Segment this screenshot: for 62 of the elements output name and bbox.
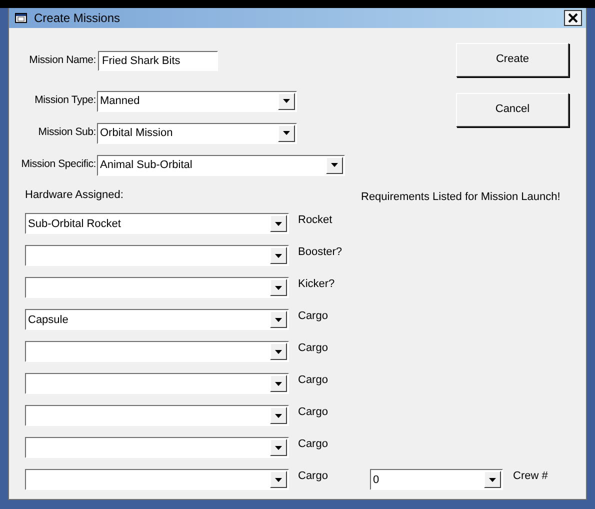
dropdown-field[interactable]: Capsule xyxy=(25,309,289,330)
slot-label: Cargo xyxy=(298,341,328,356)
caret-icon xyxy=(275,286,282,290)
dropdown-field[interactable]: Sub-Orbital Rocket xyxy=(25,213,289,234)
field-label: Mission Type: xyxy=(34,92,97,108)
dropdown-field[interactable]: Animal Sub-Orbital xyxy=(97,154,345,176)
text-field[interactable]: Fried Shark Bits xyxy=(98,50,218,70)
caret-icon xyxy=(275,254,282,258)
dropdown-field[interactable] xyxy=(25,245,289,266)
dropdown-button[interactable] xyxy=(270,407,287,424)
caret-icon xyxy=(275,350,282,354)
slot-label: Cargo xyxy=(298,405,328,420)
slot-label: Cargo xyxy=(298,469,328,484)
dropdown-button[interactable] xyxy=(270,471,287,488)
section-heading: Hardware Assigned: xyxy=(25,188,124,202)
dropdown-button[interactable] xyxy=(270,311,287,328)
dropdown-button[interactable] xyxy=(270,343,287,360)
dropdown-field[interactable] xyxy=(25,437,289,458)
slot-label: Rocket xyxy=(298,213,332,228)
caret-icon xyxy=(275,382,282,386)
dropdown-button[interactable] xyxy=(270,279,287,296)
dropdown-button[interactable] xyxy=(278,92,295,110)
dropdown-field[interactable] xyxy=(25,469,289,490)
caret-icon xyxy=(275,446,282,450)
requirements-text: Requirements Listed for Mission Launch! xyxy=(361,190,560,204)
slot-label: Cargo xyxy=(298,437,328,452)
dialog-button[interactable]: Create xyxy=(456,42,569,76)
caret-icon xyxy=(283,99,290,103)
caret-icon xyxy=(275,478,282,482)
dropdown-button[interactable] xyxy=(270,247,287,264)
dropdown-button[interactable] xyxy=(484,471,501,488)
close-icon xyxy=(568,12,578,23)
dropdown-button[interactable] xyxy=(278,124,295,142)
dropdown-button[interactable] xyxy=(270,215,287,232)
dropdown-field[interactable] xyxy=(25,405,289,426)
window-icon xyxy=(15,12,28,24)
slot-label: Kicker? xyxy=(298,277,335,292)
caret-icon xyxy=(275,414,282,418)
dialog-button[interactable]: Cancel xyxy=(456,92,569,126)
dropdown-field[interactable]: 0 xyxy=(370,469,503,490)
dropdown-button[interactable] xyxy=(270,439,287,456)
close-button[interactable] xyxy=(564,10,582,26)
window-title: Create Missions xyxy=(34,10,122,27)
dropdown-field[interactable] xyxy=(25,341,289,362)
field-label: Crew # xyxy=(513,469,548,484)
dropdown-field[interactable]: Orbital Mission xyxy=(97,122,297,144)
caret-icon xyxy=(275,318,282,322)
dropdown-field[interactable] xyxy=(25,373,289,394)
field-label: Mission Sub: xyxy=(37,124,97,140)
caret-icon xyxy=(283,131,290,135)
field-label: Mission Specific: xyxy=(20,156,97,172)
dropdown-field[interactable] xyxy=(25,277,289,298)
dropdown-field[interactable]: Manned xyxy=(97,90,297,112)
slot-label: Cargo xyxy=(298,373,328,388)
caret-icon xyxy=(275,222,282,226)
dropdown-button[interactable] xyxy=(270,375,287,392)
caret-icon xyxy=(489,478,496,482)
field-label: Mission Name: xyxy=(28,52,97,68)
caret-icon xyxy=(331,163,338,167)
slot-label: Cargo xyxy=(298,309,328,324)
dropdown-button[interactable] xyxy=(326,156,343,174)
slot-label: Booster? xyxy=(298,245,342,260)
